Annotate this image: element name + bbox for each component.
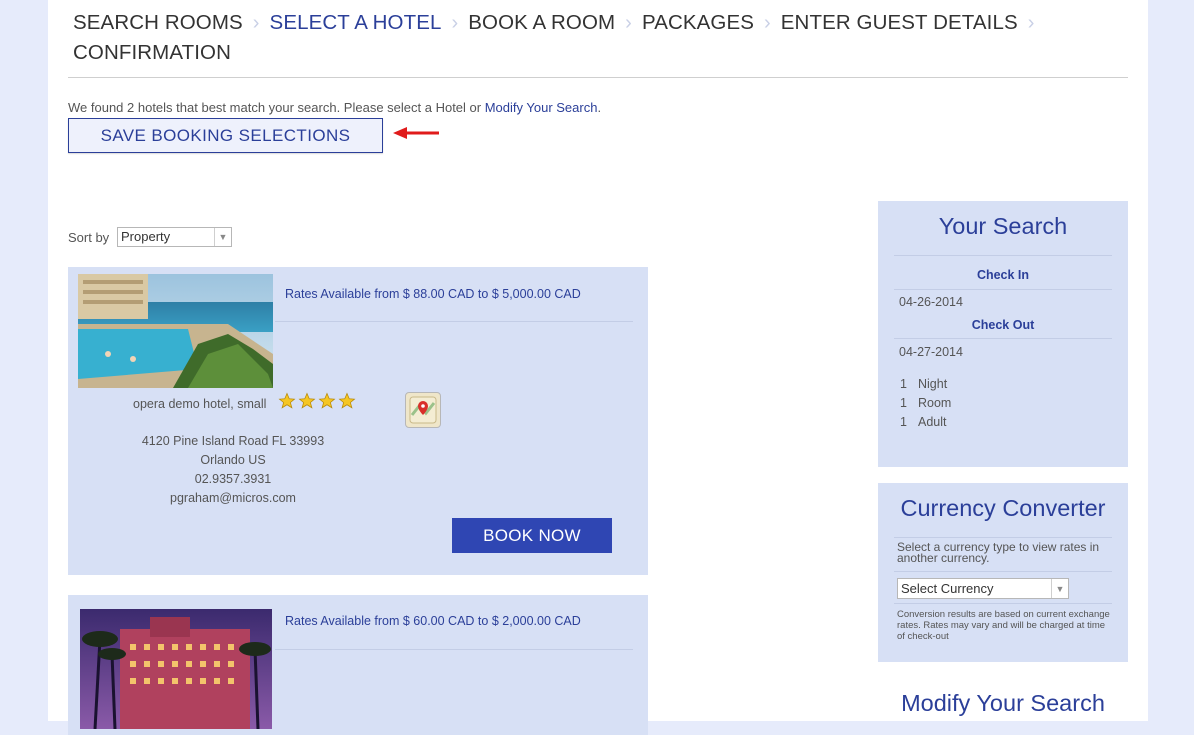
currency-description: Select a currency type to view rates in … <box>897 540 1100 565</box>
results-summary: We found 2 hotels that best match your s… <box>68 100 601 115</box>
rates-available[interactable]: Rates Available from $ 60.00 CAD to $ 2,… <box>285 614 581 628</box>
dropdown-arrow-icon: ▼ <box>1051 579 1068 598</box>
star-icon <box>298 392 316 409</box>
currency-converter-panel: Currency Converter Select a currency typ… <box>878 483 1128 662</box>
your-search-title: Your Search <box>938 213 1068 239</box>
hotel-name: opera demo hotel, small <box>133 397 267 411</box>
chevron-right-icon: › <box>1027 12 1035 34</box>
rates-divider <box>275 649 633 650</box>
results-text: We found 2 hotels that best match your s… <box>68 100 485 115</box>
hotel-address: 4120 Pine Island Road FL 33993 <box>141 434 325 448</box>
check-in-label: Check In <box>976 268 1030 282</box>
page-container: SEARCH ROOMS › SELECT A HOTEL › BOOK A ROOM ›… <box>48 0 1148 735</box>
chevron-right-icon: › <box>252 12 260 34</box>
adults-row: 1 Adult <box>900 415 947 429</box>
rates-available[interactable]: Rates Available from $ 88.00 CAD to $ 5,… <box>285 287 581 301</box>
adults-count: 1 <box>900 415 907 429</box>
booking-steps: SEARCH ROOMS › SELECT A HOTEL › BOOK A ROOM ›… <box>73 8 1113 68</box>
chevron-right-icon: › <box>625 12 632 34</box>
check-out-date: 04-27-2014 <box>899 345 963 359</box>
book-now-button[interactable]: BOOK NOW <box>452 518 612 553</box>
step-select-hotel[interactable]: SELECT A HOTEL <box>270 8 442 38</box>
header-divider <box>68 77 1128 78</box>
red-arrow-annotation <box>393 127 439 139</box>
dropdown-arrow-icon: ▼ <box>214 228 231 246</box>
hotel-contact: 4120 Pine Island Road FL 33993 Orlando U… <box>68 432 398 508</box>
panel-divider <box>894 537 1112 538</box>
currency-converter-title: Currency Converter <box>900 495 1106 521</box>
adults-label: Adult <box>918 415 947 429</box>
star-rating <box>278 392 356 410</box>
chevron-right-icon: › <box>451 12 459 34</box>
map-icon[interactable] <box>405 392 441 428</box>
hotel-photo[interactable] <box>78 274 273 388</box>
save-booking-selections-button[interactable]: SAVE BOOKING SELECTIONS <box>68 118 383 153</box>
chevron-right-icon: › <box>764 12 771 34</box>
hotel-card: Rates Available from $ 88.00 CAD to $ 5,… <box>68 267 648 575</box>
currency-note: Conversion results are based on current … <box>897 609 1110 642</box>
step-guest-details[interactable]: ENTER GUEST DETAILS <box>781 8 1018 38</box>
nights-row: 1 Night <box>900 377 947 391</box>
modify-search-title: Modify Your Search <box>901 690 1105 716</box>
results-period: . <box>597 100 602 115</box>
panel-divider <box>894 338 1112 339</box>
modify-search-link[interactable]: Modify Your Search <box>485 100 598 115</box>
star-icon <box>318 392 336 409</box>
panel-divider <box>894 255 1112 256</box>
nights-label: Night <box>918 377 948 391</box>
hotel-city: Orlando US <box>200 453 266 467</box>
hotel-phone: 02.9357.3931 <box>194 472 272 486</box>
rooms-label: Room <box>918 396 952 410</box>
rooms-row: 1 Room <box>900 396 951 410</box>
star-icon <box>278 392 296 409</box>
check-in-date: 04-26-2014 <box>899 295 963 309</box>
currency-select[interactable]: Select Currency ▼ <box>897 578 1069 599</box>
step-book-room[interactable]: BOOK A ROOM <box>468 8 615 38</box>
sort-select[interactable]: Property ▼ <box>117 227 232 247</box>
nights-count: 1 <box>900 377 907 391</box>
hotel-card: Rates Available from $ 60.00 CAD to $ 2,… <box>68 595 648 735</box>
rates-divider <box>275 321 633 322</box>
step-confirmation[interactable]: CONFIRMATION <box>73 38 231 68</box>
hotel-photo[interactable] <box>80 609 272 729</box>
star-icon <box>338 392 356 409</box>
check-out-label: Check Out <box>971 318 1035 332</box>
step-search-rooms[interactable]: SEARCH ROOMS <box>73 8 243 38</box>
step-packages[interactable]: PACKAGES <box>642 8 754 38</box>
panel-divider <box>894 571 1112 572</box>
rooms-count: 1 <box>900 396 907 410</box>
sort-value: Property <box>121 229 171 244</box>
sort-label: Sort by <box>68 230 110 245</box>
your-search-panel: Your Search Check In 04-26-2014 Check Ou… <box>878 201 1128 467</box>
panel-divider <box>894 289 1112 290</box>
panel-divider <box>894 603 1112 604</box>
currency-select-value: Select Currency <box>901 581 994 596</box>
hotel-email[interactable]: pgraham@micros.com <box>68 489 398 508</box>
